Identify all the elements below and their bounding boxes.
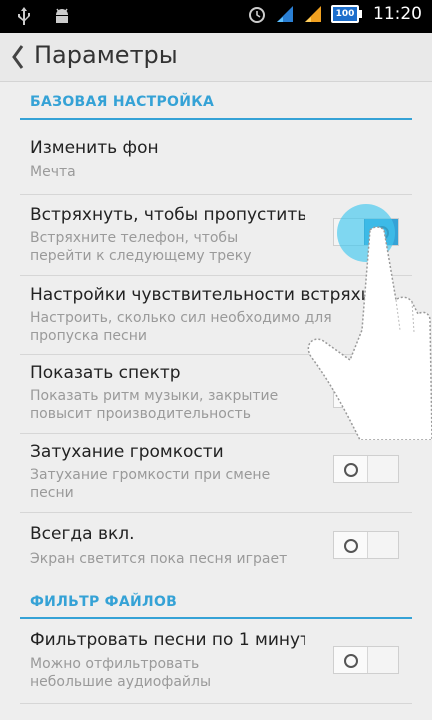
item-shake-to-skip-desc-2: перейти к следующему треку [30,248,252,264]
section-divider [20,118,412,120]
hand-pointer-icon [307,226,432,440]
item-show-spectrum-desc-1: Показать ритм музыки, закрытие [30,388,279,404]
item-shake-sensitivity-desc-1: Настроить, сколько сил необходимо для [30,310,332,326]
divider [20,194,412,195]
item-always-on[interactable]: Всегда вкл. [30,524,135,544]
item-show-spectrum[interactable]: Показать спектр [30,363,181,383]
section-divider [20,617,412,619]
status-bar: 100 11:20 [0,0,432,33]
item-change-background-value: Мечта [30,164,76,180]
divider [20,703,412,704]
item-filter-songs-desc-2: небольшие аудиофайлы [30,674,211,690]
item-shake-to-skip[interactable]: Встряхнуть, чтобы пропустить [30,205,305,225]
item-always-on-desc: Экран светится пока песня играет [30,551,288,567]
item-volume-fade-desc-1: Затухание громкости при смене [30,467,271,483]
alarm-clock-icon [249,7,265,23]
item-volume-fade[interactable]: Затухание громкости [30,442,224,462]
volume-fade-toggle[interactable] [333,455,399,483]
status-clock: 11:20 [373,4,422,24]
item-change-background[interactable]: Изменить фон [30,138,159,158]
always-on-toggle[interactable] [333,531,399,559]
section-header-basic: БАЗОВАЯ НАСТРОЙКА [30,94,215,110]
section-header-file-filter: ФИЛЬТР ФАЙЛОВ [30,594,178,610]
filter-songs-toggle[interactable] [333,646,399,674]
item-shake-to-skip-desc-1: Встряхните телефон, чтобы [30,230,239,246]
android-debug-icon [56,8,68,23]
item-show-spectrum-desc-2: повысит производительность [30,406,251,422]
battery-icon: 100 [331,5,362,23]
item-volume-fade-desc-2: песни [30,485,74,501]
usb-icon [18,7,30,25]
item-filter-songs-desc-1: Можно отфильтровать [30,656,200,672]
chevron-left-icon[interactable] [10,43,26,71]
item-filter-songs[interactable]: Фильтровать песни по 1 минуте [30,630,305,650]
divider [20,512,412,513]
signal-icon [277,6,293,22]
item-shake-sensitivity-desc-2: пропуска песни [30,328,147,344]
page-title[interactable]: Параметры [34,41,178,69]
action-bar: Параметры [0,33,432,82]
signal-icon [305,6,321,22]
